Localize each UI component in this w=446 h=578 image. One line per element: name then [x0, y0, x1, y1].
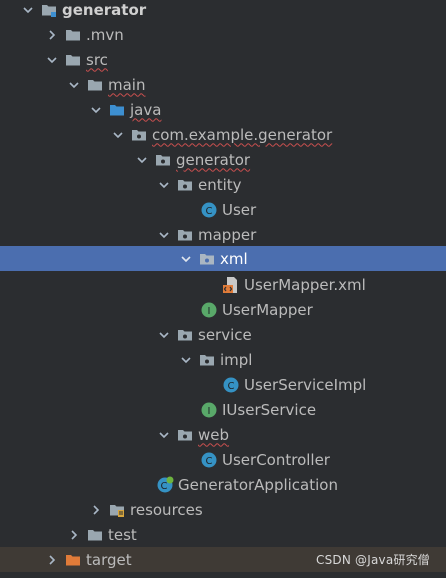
folder-icon: [64, 51, 82, 69]
tree-node-src[interactable]: src: [0, 47, 446, 72]
tree-node-generator-package[interactable]: generator: [0, 147, 446, 172]
tree-node-main[interactable]: main: [0, 72, 446, 97]
chevron-right-icon[interactable]: [44, 27, 60, 43]
tree-node-impl[interactable]: impl: [0, 347, 446, 372]
resources-label: resources: [130, 500, 203, 519]
svg-text:I: I: [208, 406, 211, 417]
tree-node-xml[interactable]: xml: [0, 246, 446, 271]
service-label: service: [198, 325, 252, 344]
user-label: User: [222, 200, 257, 219]
package-icon: [198, 250, 216, 268]
chevron-down-icon[interactable]: [178, 251, 194, 267]
tree-node-usercontroller[interactable]: C UserController: [0, 447, 446, 472]
module-folder-icon: [40, 1, 58, 19]
package-icon: [176, 426, 194, 444]
watermark: CSDN @Java研究僧: [316, 553, 430, 567]
tree-node-java[interactable]: java: [0, 97, 446, 122]
spring-boot-class-icon: C: [156, 476, 174, 494]
package-icon: [176, 176, 194, 194]
class-icon: C: [200, 201, 218, 219]
project-label: generator: [62, 0, 147, 19]
package-icon: [176, 326, 194, 344]
interface-icon: I: [200, 401, 218, 419]
tree-node-usermapper-xml[interactable]: UserMapper.xml: [0, 272, 446, 297]
mvn-label: .mvn: [86, 25, 124, 44]
mapper-label: mapper: [198, 225, 257, 244]
tree-node-generator-project[interactable]: generator: [0, 0, 446, 22]
chevron-down-icon[interactable]: [66, 77, 82, 93]
tree-node-userserviceimpl[interactable]: C UserServiceImpl: [0, 372, 446, 397]
xml-label: xml: [220, 249, 248, 268]
tree-node-user-class[interactable]: C User: [0, 197, 446, 222]
generatorapplication-label: GeneratorApplication: [178, 475, 338, 494]
package-icon: [130, 126, 148, 144]
usermapper-label: UserMapper: [222, 300, 313, 319]
tree-node-mvn[interactable]: .mvn: [0, 22, 446, 47]
xml-file-icon: [222, 276, 240, 294]
package-icon: [198, 351, 216, 369]
package-icon: [154, 151, 172, 169]
web-label: web: [198, 425, 230, 444]
tree-node-mapper[interactable]: mapper: [0, 222, 446, 247]
tree-node-web[interactable]: web: [0, 422, 446, 447]
tree-node-resources[interactable]: resources: [0, 497, 446, 522]
svg-text:C: C: [228, 381, 235, 392]
chevron-down-icon[interactable]: [156, 427, 172, 443]
generator-package-label: generator: [176, 150, 251, 169]
svg-text:C: C: [206, 456, 213, 467]
tree-node-test[interactable]: test: [0, 522, 446, 547]
chevron-down-icon[interactable]: [156, 177, 172, 193]
chevron-right-icon[interactable]: [66, 527, 82, 543]
userserviceimpl-label: UserServiceImpl: [244, 375, 367, 394]
chevron-down-icon[interactable]: [156, 227, 172, 243]
class-icon: C: [222, 376, 240, 394]
chevron-right-icon[interactable]: [44, 552, 60, 568]
source-folder-icon: [108, 101, 126, 119]
svg-text:C: C: [206, 206, 213, 217]
tree-node-entity[interactable]: entity: [0, 172, 446, 197]
class-icon: C: [200, 451, 218, 469]
folder-icon: [86, 526, 104, 544]
entity-label: entity: [198, 175, 242, 194]
usermapper-xml-label: UserMapper.xml: [244, 275, 366, 294]
src-label: src: [86, 50, 108, 69]
target-label: target: [86, 550, 132, 569]
package-icon: [176, 226, 194, 244]
chevron-down-icon[interactable]: [20, 2, 36, 18]
chevron-down-icon[interactable]: [44, 52, 60, 68]
folder-icon: [86, 76, 104, 94]
package-label: com.example.generator: [152, 125, 333, 144]
excluded-folder-icon: [64, 551, 82, 569]
folder-icon: [64, 26, 82, 44]
main-label: main: [108, 75, 146, 94]
svg-text:C: C: [161, 481, 168, 492]
interface-icon: I: [200, 301, 218, 319]
tree-node-generatorapplication[interactable]: C GeneratorApplication: [0, 472, 446, 497]
tree-node-iuserservice[interactable]: I IUserService: [0, 397, 446, 422]
svg-text:I: I: [208, 306, 211, 317]
chevron-right-icon[interactable]: [88, 502, 104, 518]
chevron-down-icon[interactable]: [156, 327, 172, 343]
resources-folder-icon: [108, 501, 126, 519]
impl-label: impl: [220, 350, 253, 369]
chevron-down-icon[interactable]: [134, 152, 150, 168]
usercontroller-label: UserController: [222, 450, 330, 469]
tree-node-service[interactable]: service: [0, 322, 446, 347]
chevron-down-icon[interactable]: [178, 352, 194, 368]
tree-node-usermapper[interactable]: I UserMapper: [0, 297, 446, 322]
test-label: test: [108, 525, 137, 544]
chevron-down-icon[interactable]: [88, 102, 104, 118]
chevron-down-icon[interactable]: [110, 127, 126, 143]
iuserservice-label: IUserService: [222, 400, 317, 419]
tree-node-package[interactable]: com.example.generator: [0, 122, 446, 147]
java-label: java: [130, 100, 162, 119]
